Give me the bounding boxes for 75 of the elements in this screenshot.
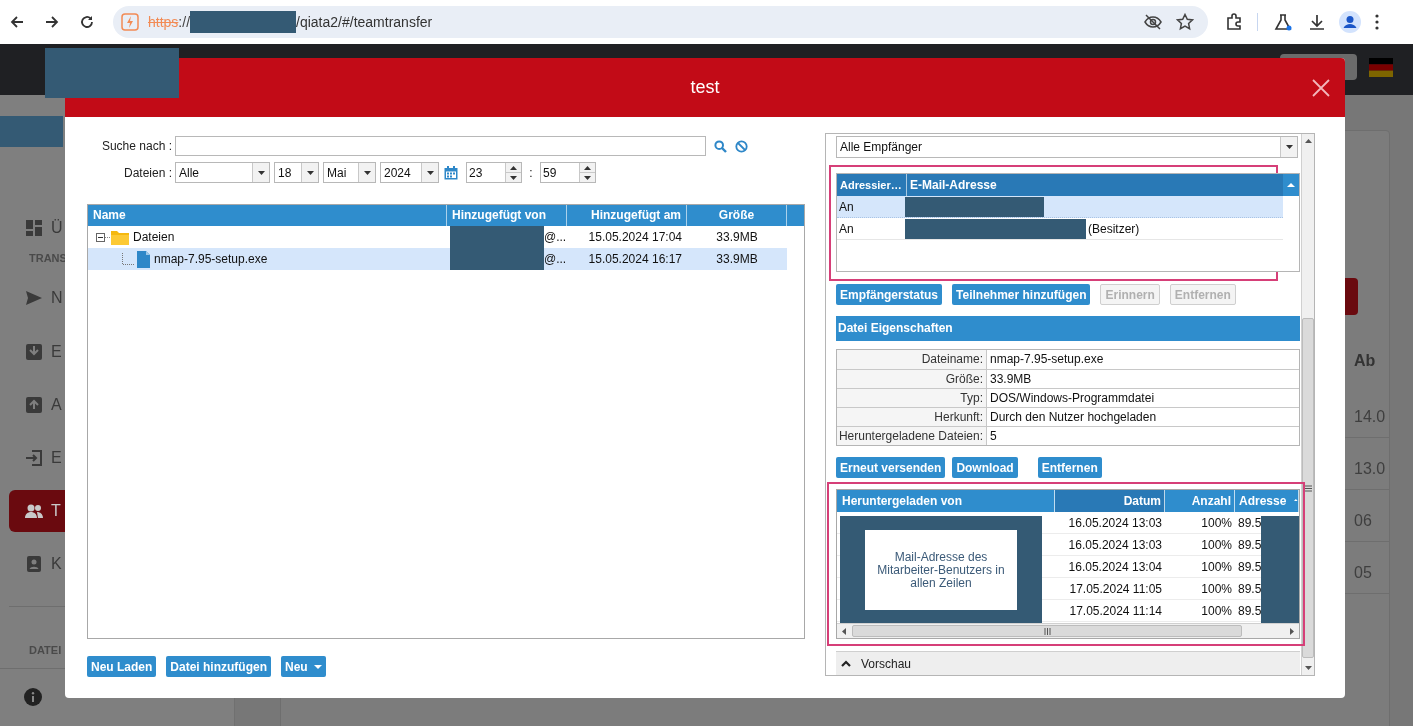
action-button[interactable]: Erneut versenden: [836, 457, 946, 478]
table-cell-text: 05: [1354, 563, 1372, 583]
section-header: Datei Eigenschaften: [836, 316, 1300, 341]
table-cell-text: 100%: [1200, 580, 1233, 598]
minute-spinner[interactable]: 59: [540, 162, 596, 183]
toolbar-button[interactable]: Datei hinzufügen: [166, 656, 271, 677]
table-cell-text: 89.5: [1237, 602, 1262, 620]
table-cell-text: An: [838, 198, 855, 216]
file-name: nmap-7.95-setup.exe: [154, 251, 268, 268]
table-cell-text: 100%: [1200, 602, 1233, 620]
preview-bar[interactable]: Vorschau: [836, 651, 1300, 675]
table-cell-text: 89.5: [1237, 558, 1262, 576]
dropdown-button[interactable]: Neu: [281, 656, 326, 677]
table-cell-text: @...: [544, 229, 567, 246]
redaction-note: Mail-Adresse des Mitarbeiter-Benutzers in allen Zeilen: [865, 530, 1017, 610]
recipient-filter-select[interactable]: Alle Empfänger: [836, 136, 1298, 158]
property-label: Typ:: [837, 389, 987, 407]
table-cell-text: 33.9MB: [715, 251, 759, 268]
column-header: Ab: [1354, 351, 1376, 371]
property-value: 33.9MB: [989, 371, 1032, 388]
year-select[interactable]: 2024: [380, 162, 439, 183]
url-separator: ://: [178, 12, 191, 32]
recipient-row[interactable]: An: [837, 196, 1283, 218]
toolbar-button[interactable]: Neu Laden: [87, 656, 157, 677]
hour-spinner[interactable]: 23: [466, 162, 522, 183]
property-label: Größe:: [837, 370, 987, 388]
table-cell-text: 16.05.2024 13:03: [1067, 514, 1163, 532]
table-cell-text: 16.05.2024 13:04: [1067, 558, 1163, 576]
url-scheme: https: [148, 12, 179, 32]
table-cell-text: 100%: [1200, 558, 1233, 576]
table-cell-text: 89.5: [1237, 580, 1262, 598]
property-value: nmap-7.95-setup.exe: [989, 351, 1104, 368]
type-select[interactable]: Alle: [175, 162, 270, 183]
recipient-row[interactable]: An (Besitzer): [837, 218, 1283, 240]
file-name: Dateien: [133, 229, 175, 246]
table-cell-text: 33.9MB: [715, 229, 759, 246]
table-cell-text: (Besitzer): [1088, 220, 1140, 238]
table-cell-text: 17.05.2024 11:05: [1068, 580, 1163, 598]
column-header[interactable]: Heruntergeladen von: [837, 490, 1055, 512]
table-cell-text: 15.05.2024 16:17: [587, 251, 683, 268]
dialog-title: test: [690, 76, 720, 99]
table-cell-text: 17.05.2024 11:14: [1068, 602, 1163, 620]
column-header[interactable]: Adresse: [1235, 490, 1299, 512]
property-value: Durch den Nutzer hochgeladen: [989, 409, 1157, 426]
url-path: /qiata2/#/teamtransfer: [296, 12, 433, 32]
column-header[interactable]: Datum: [1055, 490, 1165, 512]
property-value: DOS/Windows-Programmdatei: [989, 390, 1155, 407]
month-select[interactable]: Mai: [323, 162, 376, 183]
property-value: 5: [989, 428, 997, 445]
property-label: Herkunft:: [837, 408, 987, 426]
table-cell-text: 16.05.2024 13:03: [1067, 536, 1163, 554]
property-label: Dateiname:: [837, 350, 987, 369]
file-row[interactable]: nmap-7.95-setup.exe @... 15.05.2024 16:17 33.9MB: [88, 248, 787, 270]
table-cell-text: An: [838, 220, 855, 238]
filter-label: Dateien :: [122, 164, 173, 182]
property-label: Heruntergeladene Dateien:: [837, 427, 987, 445]
action-button[interactable]: Entfernen: [1037, 457, 1102, 478]
table-cell-text: 89.5: [1237, 536, 1262, 554]
action-button[interactable]: Teilnehmer hinzufügen: [952, 284, 1091, 305]
time-separator: :: [528, 164, 534, 182]
column-header[interactable]: E-Mail-Adresse: [907, 174, 1283, 196]
table-cell-text: 89.5: [1237, 514, 1262, 532]
search-label: Suche nach :: [100, 138, 173, 155]
table-cell-text: @...: [544, 251, 567, 268]
column-header[interactable]: Anzahl: [1165, 490, 1235, 512]
table-cell-text: 14.0: [1354, 407, 1386, 427]
table-cell-text: 06: [1354, 511, 1372, 531]
day-select[interactable]: 18: [274, 162, 319, 183]
table-cell-text: 13.0: [1354, 459, 1386, 479]
table-cell-text: 15.05.2024 17:04: [587, 229, 683, 246]
action-button[interactable]: Empfängerstatus: [836, 284, 943, 305]
table-cell-text: 100%: [1200, 514, 1233, 532]
address-bar[interactable]: https:// /qiata2/#/teamtransfer: [113, 6, 1208, 38]
table-cell-text: 100%: [1200, 536, 1233, 554]
action-button[interactable]: Download: [952, 457, 1018, 478]
